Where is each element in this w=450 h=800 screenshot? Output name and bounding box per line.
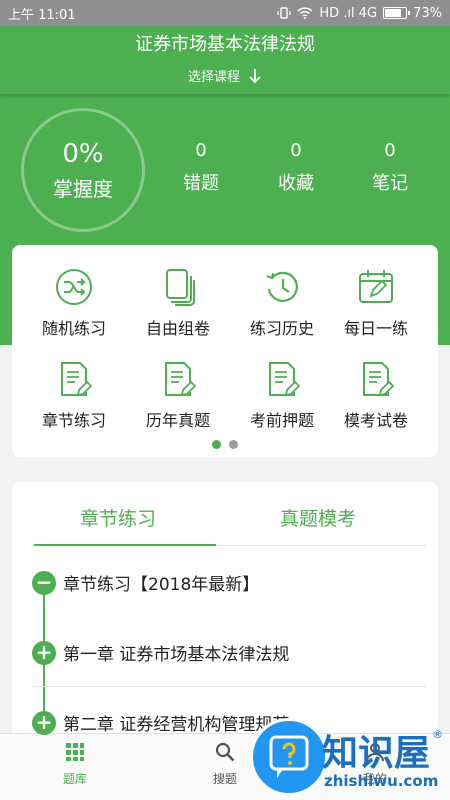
chapter-item[interactable]: + 第一章 证券市场基本法律法规 xyxy=(32,640,289,665)
grid-item-custom-exam[interactable]: 自由组卷 xyxy=(126,267,230,339)
stat-value: 0 xyxy=(290,140,302,161)
grid-item-past-exams[interactable]: 历年真题 xyxy=(126,359,230,431)
page-title: 证券市场基本法律法规 xyxy=(135,34,315,55)
grid-item-label: 章节练习 xyxy=(41,411,106,430)
stat-label: 收藏 xyxy=(278,173,314,194)
watermark-text: 知识屋 xyxy=(322,732,431,774)
nav-item-question-bank[interactable]: 题库 xyxy=(35,742,115,787)
chapter-list-card: 章节练习 真题模考 − 章节练习【2018年最新】 + 第一章 证券市场基本法律… xyxy=(12,482,438,742)
battery-percent: 73% xyxy=(413,5,442,21)
grid-item-label: 练习历史 xyxy=(249,319,314,338)
grid-item-predicted-questions[interactable]: 考前押题 xyxy=(230,359,334,431)
tab-mock-exam[interactable]: 真题模考 xyxy=(280,504,356,531)
grid-item-label: 考前押题 xyxy=(249,411,314,430)
course-select-label: 选择课程 xyxy=(187,70,240,85)
tab-bar: 章节练习 真题模考 xyxy=(34,482,426,546)
grid-item-daily-practice[interactable]: 每日一练 xyxy=(324,267,428,339)
grid-item-label: 每日一练 xyxy=(343,319,408,338)
feature-grid: 随机练习 自由组卷 练习历史 每日一练 章节练习 历年真题 考前押题 模考试卷 xyxy=(12,245,438,457)
page-indicator xyxy=(12,440,438,449)
papers-icon xyxy=(166,269,195,306)
chapter-label: 章节练习【2018年最新】 xyxy=(63,575,260,595)
arrow-down-icon xyxy=(249,68,261,83)
stat-label: 错题 xyxy=(183,173,219,194)
grid-item-practice-history[interactable]: 练习历史 xyxy=(230,267,334,339)
status-time: 上午 11:01 xyxy=(8,7,76,23)
status-indicators: HD .ıl 4G 73% xyxy=(277,6,442,21)
grid-item-random-practice[interactable]: 随机练习 xyxy=(22,267,126,339)
watermark-registered: ® xyxy=(432,728,443,741)
watermark-badge xyxy=(250,718,328,796)
stat-value: 0 xyxy=(195,140,207,161)
battery-level xyxy=(385,9,402,17)
mastery-label: 掌握度 xyxy=(53,177,113,201)
mastery-percent: 0% xyxy=(62,139,104,169)
wifi-icon xyxy=(297,7,313,19)
app-header: 证券市场基本法律法规 选择课程 xyxy=(0,26,450,94)
document-edit-icon xyxy=(363,362,395,397)
history-icon xyxy=(266,271,298,302)
document-edit-icon xyxy=(165,362,197,397)
grid-item-label: 历年真题 xyxy=(145,411,210,430)
stat-label: 笔记 xyxy=(372,173,408,194)
grid-item-label: 自由组卷 xyxy=(145,319,210,338)
stat-favorites[interactable]: 0 收藏 xyxy=(256,140,336,195)
watermark-url: zhishiwu.com xyxy=(324,772,439,790)
course-select-button[interactable]: 选择课程 xyxy=(188,66,262,85)
calendar-icon xyxy=(359,270,393,303)
expand-icon[interactable]: + xyxy=(32,640,56,665)
watermark-logo: 知识屋 ® zhishiwu.com xyxy=(250,718,450,800)
grid-icon xyxy=(66,743,84,761)
grid-item-chapter-practice[interactable]: 章节练习 xyxy=(22,359,126,431)
document-edit-icon xyxy=(61,362,93,397)
expand-icon[interactable]: + xyxy=(32,710,56,735)
question-chat-icon xyxy=(269,735,309,778)
page-dot-active[interactable] xyxy=(212,440,221,449)
battery-icon xyxy=(383,7,411,19)
chapter-label: 第一章 证券市场基本法律法规 xyxy=(63,645,290,665)
grid-item-label: 模考试卷 xyxy=(343,411,408,430)
chapter-item[interactable]: − 章节练习【2018年最新】 xyxy=(32,570,259,595)
vibrate-icon xyxy=(277,7,291,19)
grid-item-mock-exams[interactable]: 模考试卷 xyxy=(324,359,428,431)
search-icon xyxy=(215,742,235,762)
tab-indicator xyxy=(34,544,216,546)
collapse-icon[interactable]: − xyxy=(32,570,56,595)
shuffle-icon xyxy=(56,269,92,305)
network-indicator: HD .ıl 4G xyxy=(319,5,378,21)
status-bar: 上午 11:01 HD .ıl 4G 73% xyxy=(0,0,450,26)
document-edit-icon xyxy=(269,362,301,397)
tab-chapter-practice[interactable]: 章节练习 xyxy=(80,504,156,531)
mastery-ring: 0% 掌握度 xyxy=(21,108,145,232)
grid-item-label: 随机练习 xyxy=(41,319,106,338)
page-dot[interactable] xyxy=(229,440,238,449)
nav-label: 题库 xyxy=(62,772,87,786)
stat-notes[interactable]: 0 笔记 xyxy=(350,140,430,195)
stat-value: 0 xyxy=(384,140,396,161)
stat-wrong-questions[interactable]: 0 错题 xyxy=(161,140,241,195)
divider xyxy=(34,686,426,687)
